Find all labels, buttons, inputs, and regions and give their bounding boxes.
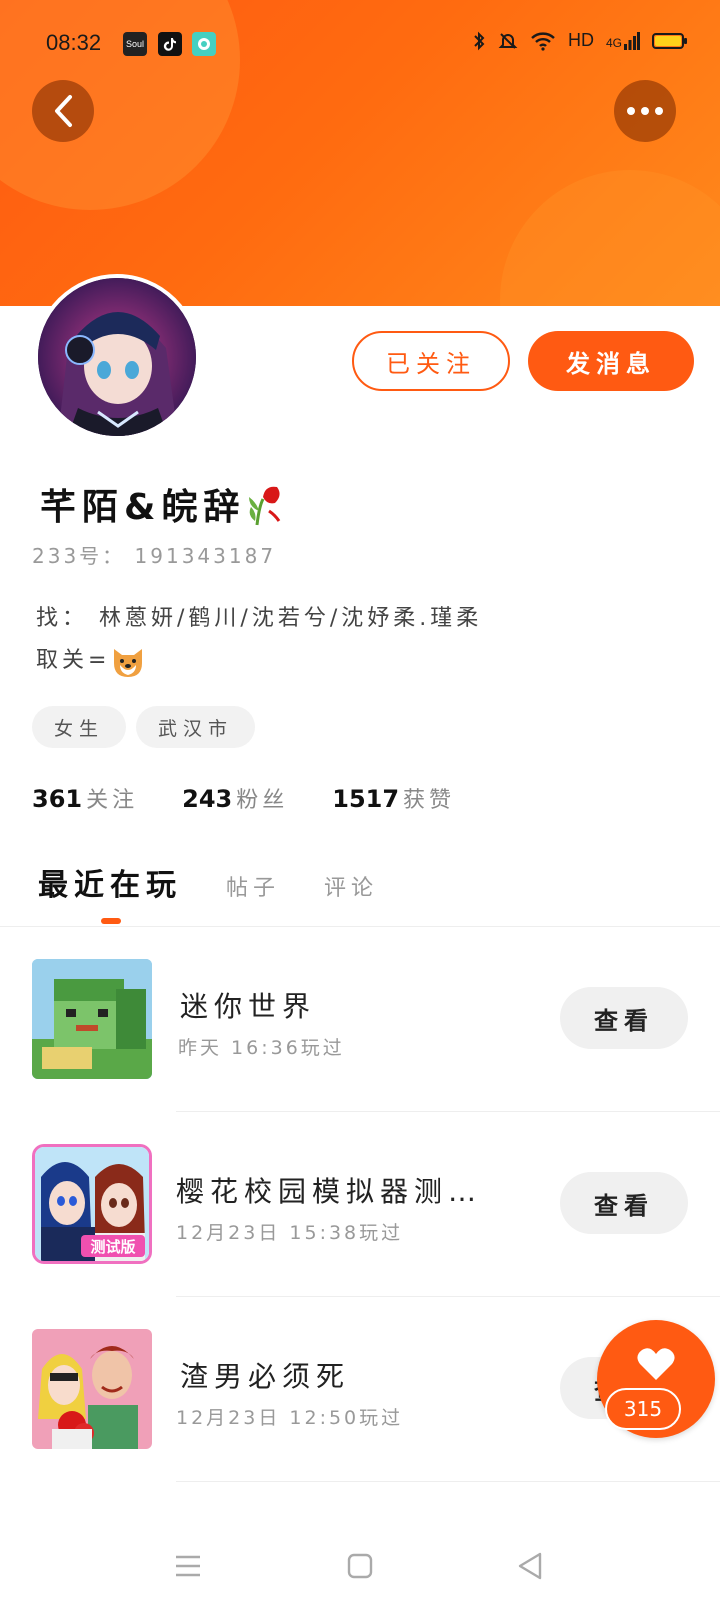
bio-line: 取关= xyxy=(36,640,596,682)
stat-likes[interactable]: 1517 获赞 xyxy=(332,782,455,814)
signal-indicator: 4G xyxy=(606,31,640,50)
messenger-app-icon xyxy=(192,32,216,56)
like-count: 315 xyxy=(605,1388,681,1430)
system-navigation-bar xyxy=(0,1530,720,1600)
game-name: 迷你世界 xyxy=(180,990,317,1023)
view-game-button[interactable]: 查看 xyxy=(560,987,688,1049)
followed-button[interactable]: 已关注 xyxy=(352,331,510,391)
heart-icon xyxy=(637,1348,675,1380)
game-list-item[interactable]: 迷你世界 昨天 16:36玩过 查看 xyxy=(0,927,720,1112)
back-button[interactable] xyxy=(32,80,94,142)
bio: 找： 林蒽妍/鹤川/沈若兮/沈妤柔.瑾柔 取关= xyxy=(36,598,596,682)
profile-stats: 361 关注 243 粉丝 1517 获赞 xyxy=(32,782,455,814)
nav-back-button[interactable] xyxy=(510,1546,550,1586)
stat-followers[interactable]: 243 粉丝 xyxy=(182,782,288,814)
home-square-icon xyxy=(347,1553,373,1579)
location-tag: 武汉市 xyxy=(136,706,256,748)
username: 芊陌&皖辞 xyxy=(40,478,285,530)
shiba-dog-emoji-icon xyxy=(114,649,143,677)
last-played-time: 昨天 16:36玩过 xyxy=(178,1037,345,1059)
profile-tags: 女生 武汉市 xyxy=(32,706,256,748)
profile-tabs: 最近在玩 帖子 评论 xyxy=(38,860,422,904)
tab-recently-played[interactable]: 最近在玩 xyxy=(38,860,182,904)
view-game-button[interactable]: 查看 xyxy=(560,1172,688,1234)
game-icon-scumbag-must-die xyxy=(32,1329,152,1449)
wifi-icon xyxy=(531,31,555,51)
battery-icon xyxy=(652,32,687,49)
avatar[interactable] xyxy=(34,274,200,440)
game-name: 樱花校园模拟器测试版 xyxy=(176,1175,506,1208)
mute-bell-icon xyxy=(498,32,518,49)
gender-tag: 女生 xyxy=(32,706,127,748)
last-played-time: 12月23日 12:50玩过 xyxy=(176,1407,404,1429)
game-icon-sakura-school: 测试版 xyxy=(32,1144,152,1264)
nav-menu-button[interactable] xyxy=(168,1546,208,1586)
last-played-time: 12月23日 15:38玩过 xyxy=(176,1222,404,1244)
more-dots-icon xyxy=(627,107,663,115)
tab-posts[interactable]: 帖子 xyxy=(226,870,280,902)
wilted-rose-icon xyxy=(249,486,281,526)
menu-icon xyxy=(176,1555,200,1577)
username-text: 芊陌&皖辞 xyxy=(40,487,246,528)
divider xyxy=(176,1481,720,1482)
game-icon-mini-world xyxy=(32,959,152,1079)
tab-comments[interactable]: 评论 xyxy=(324,870,378,902)
chevron-left-icon xyxy=(55,95,72,127)
tiktok-app-icon xyxy=(158,32,182,56)
status-icons: HD 4G xyxy=(472,30,687,51)
test-version-badge: 测试版 xyxy=(90,1238,135,1256)
triangle-back-icon xyxy=(518,1552,542,1580)
status-bar: 08:32 Soul HD 4G xyxy=(0,22,720,66)
active-tab-indicator xyxy=(101,918,121,924)
signal-bars-icon xyxy=(624,31,640,50)
soul-app-icon: Soul xyxy=(123,32,147,56)
game-name: 渣男必须死 xyxy=(180,1360,351,1393)
hd-indicator: HD xyxy=(567,30,594,50)
user-id: 233号： 191343187 xyxy=(32,544,277,568)
status-time: 08:32 xyxy=(46,30,102,55)
game-list-item[interactable]: 测试版 樱花校园模拟器测试版 12月23日 15:38玩过 查看 xyxy=(0,1112,720,1297)
more-options-button[interactable] xyxy=(614,80,676,142)
bluetooth-icon xyxy=(474,31,485,50)
send-message-button[interactable]: 发消息 xyxy=(528,331,694,391)
bio-line: 找： 林蒽妍/鹤川/沈若兮/沈妤柔.瑾柔 xyxy=(36,606,483,631)
nav-home-button[interactable] xyxy=(340,1546,380,1586)
anime-avatar-image xyxy=(38,278,196,436)
stat-following[interactable]: 361 关注 xyxy=(32,782,138,814)
